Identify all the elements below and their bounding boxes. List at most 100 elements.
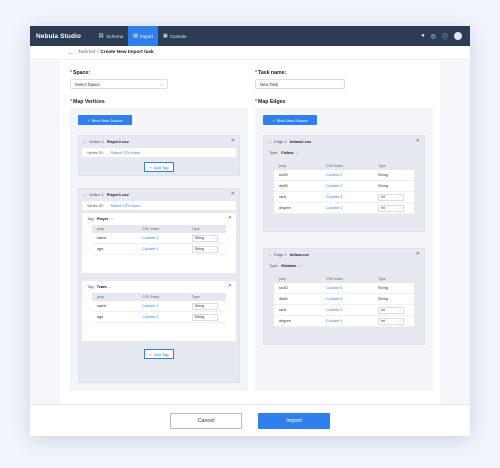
breadcrumb-current: Create New Import task bbox=[100, 50, 154, 55]
table-row: srcID Column 2 String bbox=[274, 170, 414, 181]
import-form-page: *Space: Select Space ⌵ *Task name: New Ta… bbox=[60, 61, 440, 404]
chevron-down-icon: ⌵ bbox=[295, 150, 299, 155]
top-nav-bar: Nebula Studio ⛓ Schema ▤ Import ▣ Console ●… bbox=[30, 26, 470, 46]
edge-table: prop CSV Index Type srcID Column 0 String ds… bbox=[274, 275, 414, 327]
cancel-button[interactable]: Cancel bbox=[170, 413, 242, 429]
close-icon[interactable]: ✕ bbox=[228, 283, 232, 289]
collapse-icon[interactable]: ⌵ bbox=[83, 139, 86, 144]
tag-select[interactable]: Player bbox=[97, 216, 109, 221]
edge-type-row: Type: Follow ⌵ bbox=[269, 150, 299, 155]
chevron-down-icon: ⌵ bbox=[398, 195, 401, 199]
nav-schema-label: Schema bbox=[106, 33, 124, 39]
chevron-down-icon: ⌵ bbox=[212, 315, 215, 319]
tag-select[interactable]: Team bbox=[97, 284, 107, 289]
add-tag-button[interactable]: + Add Tag bbox=[144, 349, 174, 359]
main-nav: ⛓ Schema ▤ Import ▣ Console bbox=[93, 26, 192, 46]
import-button[interactable]: Import bbox=[258, 413, 330, 429]
plus-icon: + bbox=[149, 164, 152, 170]
back-arrow-icon[interactable]: ← bbox=[68, 50, 74, 56]
github-icon[interactable]: ● bbox=[421, 33, 425, 39]
csv-index-link[interactable]: Column 1 bbox=[316, 206, 372, 210]
tag-table: prop CSV Index Type name Column 2 String ⌵ ag… bbox=[92, 293, 226, 323]
csv-index-link[interactable]: Column 2 bbox=[132, 236, 186, 240]
csv-index-link[interactable]: Column 1 bbox=[132, 247, 186, 251]
type-select[interactable]: String ⌵ bbox=[191, 234, 218, 242]
type-select[interactable]: String ⌵ bbox=[191, 302, 218, 310]
tag-card: Tag: Player ⌵ ✕ prop CSV Index Type name Colu… bbox=[82, 213, 236, 273]
tag-header: Tag: Team ⌵ bbox=[87, 283, 112, 289]
chevron-down-icon: ⌵ bbox=[212, 247, 215, 251]
tag-table: prop CSV Index Type name Column 2 String ⌵ ag… bbox=[92, 225, 226, 255]
table-row: srcID Column 0 String bbox=[274, 283, 414, 294]
plus-icon: + bbox=[272, 117, 275, 123]
vertex-card: ⌵ Vertex 2 Player2.csv ✕ Vertex ID: Select … bbox=[78, 135, 240, 176]
console-icon: ▣ bbox=[162, 33, 168, 39]
task-name-input[interactable]: New Task bbox=[255, 79, 345, 89]
chevron-down-icon: ⌵ bbox=[110, 215, 114, 221]
type-select[interactable]: int ⌵ bbox=[378, 193, 404, 201]
space-select[interactable]: Select Space ⌵ bbox=[70, 79, 168, 89]
csv-index-link[interactable]: Column 0 bbox=[316, 286, 372, 290]
map-vertices-title: *Map Vertices bbox=[70, 99, 105, 105]
edge-card-header: ⌵ Edge 2 follow2.csv bbox=[268, 138, 312, 144]
type-select[interactable]: String ⌵ bbox=[191, 245, 218, 253]
vertex-card-header: ⌵ Vertex 2 Player2.csv bbox=[83, 138, 129, 144]
close-icon[interactable]: ✕ bbox=[231, 138, 235, 144]
type-select[interactable]: int ⌵ bbox=[378, 306, 404, 314]
vertex-id-row: Vertex ID: Select CSV Index bbox=[82, 201, 236, 210]
plus-icon: + bbox=[149, 351, 152, 357]
collapse-icon[interactable]: ⌵ bbox=[268, 139, 271, 144]
breadcrumb-separator: / bbox=[97, 50, 99, 55]
csv-index-link[interactable]: Column 2 bbox=[316, 308, 372, 312]
csv-index-link[interactable]: Column 0 bbox=[316, 297, 372, 301]
edge-type-select[interactable]: Relation bbox=[281, 264, 296, 268]
collapse-icon[interactable]: ⌵ bbox=[83, 192, 86, 197]
help-icon[interactable]: ⓘ bbox=[442, 32, 448, 41]
table-row: degree Column 1 int ⌵ bbox=[274, 203, 414, 214]
type-select[interactable]: int ⌵ bbox=[378, 204, 404, 212]
table-row: degree Column 1 int ⌵ bbox=[274, 316, 414, 327]
space-label: *Space: bbox=[70, 70, 91, 76]
add-tag-button[interactable]: + Add Tag bbox=[144, 162, 174, 172]
nav-schema[interactable]: ⛓ Schema bbox=[93, 26, 128, 46]
bind-edge-source-button[interactable]: + Bind New Source bbox=[263, 115, 317, 125]
table-row: dstID Column 0 String bbox=[274, 294, 414, 305]
edges-panel: + Bind New Source ⌵ Edge 2 follow2.csv ✕ Ty… bbox=[255, 108, 433, 391]
select-csv-index-link[interactable]: Select CSV Index bbox=[111, 151, 141, 155]
type-select[interactable]: String ⌵ bbox=[191, 313, 218, 321]
vertex-card-header: ⌵ Vertex 1 Player1.csv bbox=[83, 191, 129, 197]
chevron-down-icon: ⌵ bbox=[212, 304, 215, 308]
nav-console[interactable]: ▣ Console bbox=[158, 26, 192, 46]
task-name-label: *Task name: bbox=[255, 70, 287, 76]
edge-card: ⌵ Edge 2 follow2.csv ✕ Type: Follow ⌵ prop CS… bbox=[263, 135, 425, 232]
chevron-down-icon: ⌵ bbox=[108, 283, 112, 289]
csv-index-link[interactable]: Column 1 bbox=[132, 315, 186, 319]
csv-index-link[interactable]: Column 2 bbox=[132, 304, 186, 308]
nav-import[interactable]: ▤ Import bbox=[128, 26, 158, 46]
vertex-card: ⌵ Vertex 1 Player1.csv ✕ Vertex ID: Select … bbox=[78, 188, 240, 383]
brand-logo: Nebula Studio bbox=[36, 32, 81, 40]
edge-card: ⌵ Edge 1 follow.csv ✕ Type: Relation ⌵ prop C… bbox=[263, 248, 425, 345]
language-icon[interactable]: ◎ bbox=[431, 33, 436, 40]
csv-index-link[interactable]: Column 1 bbox=[316, 319, 372, 323]
tag-card: Tag: Team ⌵ ✕ prop CSV Index Type name Column… bbox=[82, 281, 236, 341]
type-select[interactable]: int ⌵ bbox=[378, 317, 404, 325]
chevron-down-icon: ⌵ bbox=[298, 263, 302, 268]
breadcrumb-parent[interactable]: Task list bbox=[78, 50, 95, 55]
select-csv-index-link[interactable]: Select CSV Index bbox=[111, 204, 141, 208]
csv-index-link[interactable]: Column 3 bbox=[316, 195, 372, 199]
csv-index-link[interactable]: Column 0 bbox=[316, 184, 372, 188]
edge-type-select[interactable]: Follow bbox=[281, 151, 293, 155]
chevron-down-icon: ⌵ bbox=[398, 308, 401, 312]
edge-type-row: Type: Relation ⌵ bbox=[269, 263, 302, 268]
close-icon[interactable]: ✕ bbox=[231, 191, 235, 197]
csv-index-link[interactable]: Column 2 bbox=[316, 173, 372, 177]
collapse-icon[interactable]: ⌵ bbox=[268, 252, 271, 257]
edge-card-header: ⌵ Edge 1 follow.csv bbox=[268, 251, 309, 257]
bind-vertex-source-button[interactable]: + Bind New Source bbox=[78, 115, 132, 125]
vertices-panel: + Bind New Source ⌵ Vertex 2 Player2.csv ✕ … bbox=[70, 108, 248, 391]
close-icon[interactable]: ✕ bbox=[416, 138, 420, 144]
avatar[interactable] bbox=[454, 32, 462, 40]
close-icon[interactable]: ✕ bbox=[228, 215, 232, 221]
close-icon[interactable]: ✕ bbox=[416, 251, 420, 257]
